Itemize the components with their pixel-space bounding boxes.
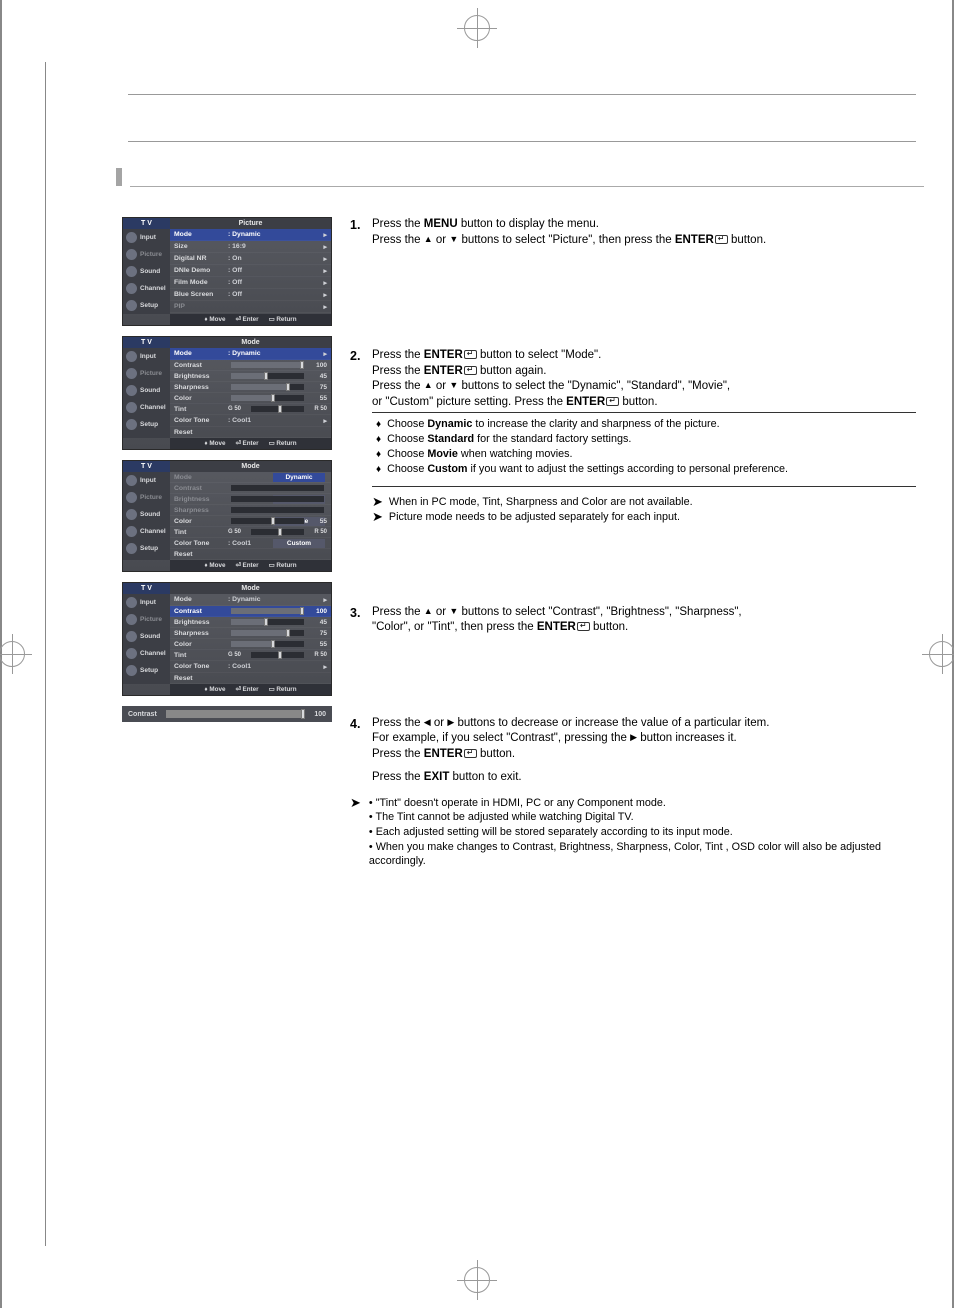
- sidebar-item-channel[interactable]: Channel: [123, 280, 170, 297]
- section-rule: [130, 186, 924, 187]
- osd-tv-label: T V: [123, 218, 170, 229]
- row-reset[interactable]: Reset: [170, 427, 331, 438]
- margin-rule: [45, 62, 46, 1246]
- footer-return: ▭ Return: [269, 316, 297, 323]
- osd-mode-popup: T V Mode Input Picture Sound Channel Set…: [122, 460, 332, 572]
- crop-mark-top: [457, 8, 497, 48]
- enter-icon: [464, 366, 477, 375]
- up-icon: ▲: [424, 605, 433, 617]
- enter-icon: [464, 749, 477, 758]
- enter-icon: [577, 622, 590, 631]
- osd-footer: ♦ Move ⏎ Enter ▭ Return: [170, 314, 331, 325]
- note-item: The Tint cannot be adjusted while watchi…: [369, 810, 916, 825]
- row-blue-screen[interactable]: Blue Screen: Off▸: [170, 289, 331, 301]
- sidebar-item-sound[interactable]: Sound: [123, 382, 170, 399]
- up-icon: ▲: [424, 233, 433, 245]
- picture-icon: [126, 249, 137, 260]
- sidebar-item-input[interactable]: Input: [123, 229, 170, 246]
- instructions: 1. Press the MENU button to display the …: [350, 217, 916, 869]
- row-color-tone[interactable]: Color Tone: Cool1▸: [170, 415, 331, 427]
- osd-title: Picture: [170, 218, 331, 229]
- osd-sidebar: Input Picture Sound Channel Setup: [123, 229, 170, 314]
- note-item: "Tint" doesn't operate in HDMI, PC or an…: [369, 796, 916, 811]
- down-icon: ▼: [449, 233, 458, 245]
- header-box: [128, 94, 916, 142]
- row-pip[interactable]: PIP▸: [170, 301, 331, 313]
- contrast-slider[interactable]: [166, 710, 306, 718]
- row-brightness[interactable]: Brightness45: [170, 371, 331, 382]
- osd-contrast-bar[interactable]: Contrast 100: [122, 706, 332, 722]
- footer-move: ♦ Move: [204, 316, 225, 323]
- arrowhead-icon: ➤: [372, 495, 383, 510]
- up-icon: ▲: [424, 379, 433, 391]
- right-icon: ▶: [630, 731, 637, 743]
- osd-picture-menu: T V Picture Input Picture Sound Channel …: [122, 217, 332, 326]
- option-dynamic[interactable]: Dynamic: [273, 473, 325, 482]
- footer-enter: ⏎ Enter: [235, 316, 258, 323]
- sidebar-item-setup[interactable]: Setup: [123, 297, 170, 314]
- sidebar-item-channel[interactable]: Channel: [123, 399, 170, 416]
- row-contrast[interactable]: Contrast100: [170, 606, 331, 617]
- arrowhead-icon: ➤: [350, 796, 361, 869]
- step-3: 3. Press the ▲ or ▼ buttons to select "C…: [350, 605, 916, 636]
- step-1: 1. Press the MENU button to display the …: [350, 217, 916, 248]
- row-tint[interactable]: TintG 50R 50: [170, 404, 331, 415]
- page-frame: T V Picture Input Picture Sound Channel …: [40, 62, 924, 1246]
- row-color[interactable]: Color55: [170, 393, 331, 404]
- row-size[interactable]: Size: 16:9▸: [170, 241, 331, 253]
- sidebar-item-sound[interactable]: Sound: [123, 263, 170, 280]
- row-mode[interactable]: Mode: Dynamic▸: [170, 229, 331, 241]
- sound-icon: [126, 266, 137, 277]
- sidebar-item-picture[interactable]: Picture: [123, 365, 170, 382]
- left-icon: ◀: [424, 716, 431, 728]
- sidebar-item-input[interactable]: Input: [123, 348, 170, 365]
- crop-mark-bottom: [457, 1260, 497, 1300]
- note-item: When you make changes to Contrast, Brigh…: [369, 840, 916, 869]
- channel-icon: [126, 283, 137, 294]
- input-icon: [126, 232, 137, 243]
- osd-column: T V Picture Input Picture Sound Channel …: [122, 217, 332, 869]
- osd-mode-contrast: T V Mode Input Picture Sound Channel Set…: [122, 582, 332, 696]
- note-arrow-list: ➤When in PC mode, Tint, Sharpness and Co…: [372, 495, 916, 525]
- row-digital-nr[interactable]: Digital NR: On▸: [170, 253, 331, 265]
- setup-icon: [126, 300, 137, 311]
- step-4: 4. Press the ◀ or ▶ buttons to decrease …: [350, 716, 916, 786]
- notes-block: ➤ "Tint" doesn't operate in HDMI, PC or …: [350, 796, 916, 869]
- contrast-label: Contrast: [128, 711, 157, 718]
- row-sharpness[interactable]: Sharpness75: [170, 382, 331, 393]
- crop-mark-left: [0, 634, 32, 674]
- row-dnie-demo[interactable]: DNIe Demo: Off▸: [170, 265, 331, 277]
- crop-mark-right: [922, 634, 954, 674]
- down-icon: ▼: [449, 379, 458, 391]
- enter-icon: [606, 397, 619, 406]
- section-marker: [116, 168, 122, 186]
- chevron-right-icon: ▸: [323, 231, 327, 239]
- row-film-mode[interactable]: Film Mode: Off▸: [170, 277, 331, 289]
- step-2: 2. Press the ENTER button to select "Mod…: [350, 348, 916, 525]
- down-icon: ▼: [449, 605, 458, 617]
- note-item: Each adjusted setting will be stored sep…: [369, 825, 916, 840]
- enter-icon: [715, 235, 728, 244]
- bullet-list: ♦Choose Dynamic to increase the clarity …: [376, 417, 916, 477]
- row-mode[interactable]: Mode: Dynamic▸: [170, 348, 331, 360]
- sidebar-item-picture[interactable]: Picture: [123, 246, 170, 263]
- row-contrast[interactable]: Contrast100: [170, 360, 331, 371]
- sidebar-item-setup[interactable]: Setup: [123, 416, 170, 433]
- osd-mode-menu: T V Mode Input Picture Sound Channel Set…: [122, 336, 332, 450]
- diamond-icon: ♦: [376, 417, 381, 432]
- page-trim-left: [0, 0, 2, 1308]
- enter-icon: [464, 350, 477, 359]
- contrast-value: 100: [314, 711, 326, 718]
